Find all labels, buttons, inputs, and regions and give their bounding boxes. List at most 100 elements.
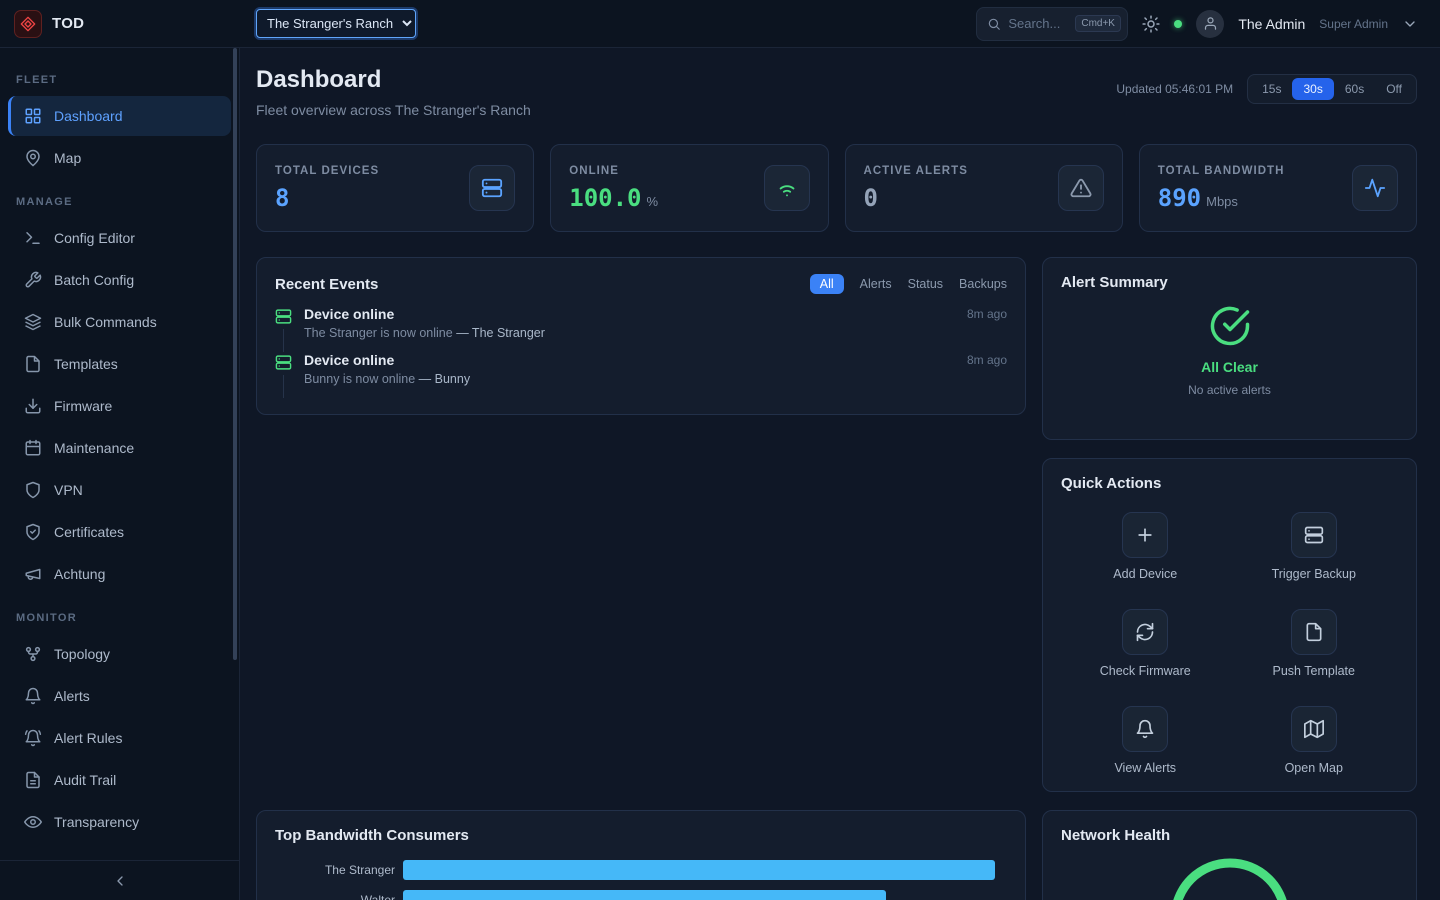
timeline-connector [283,375,284,398]
quick-actions-title: Quick Actions [1061,475,1161,492]
search-box[interactable]: Cmd+K [976,7,1128,41]
sidebar: FLEET Dashboard Map MANAGE Config Editor… [0,48,240,900]
topbar-main: The Stranger's Ranch Cmd+K The Admin [240,7,1440,41]
stat-number: 100.0 [569,184,641,212]
recent-events-card: Recent Events All Alerts Status Backups [256,257,1026,415]
network-health-card: Network Health 100 [1042,810,1417,900]
stat-label: ACTIVE ALERTS [864,165,968,177]
download-icon [24,397,42,415]
user-name: The Admin [1238,16,1305,32]
sidebar-collapse-button[interactable] [0,860,239,900]
alert-summary-card: Alert Summary All Clear No active alerts [1042,257,1417,440]
sidebar-scrollbar[interactable] [233,48,237,660]
filter-status[interactable]: Status [908,277,943,291]
header-right: Updated 05:46:01 PM 15s 30s 60s Off [1116,74,1417,104]
sidebar-item-certificates[interactable]: Certificates [8,512,231,552]
quick-action-label: Trigger Backup [1272,567,1356,581]
refresh-15s-button[interactable]: 15s [1251,78,1292,100]
sidebar-item-transparency[interactable]: Transparency [8,802,231,842]
stat-info: TOTAL DEVICES 8 [275,165,379,212]
quick-action-add-device[interactable]: Add Device [1113,512,1177,581]
refresh-off-button[interactable]: Off [1375,78,1413,100]
sidebar-item-label: Config Editor [54,230,135,246]
sidebar-item-maintenance[interactable]: Maintenance [8,428,231,468]
quick-action-label: Push Template [1273,664,1355,678]
bandwidth-title: Top Bandwidth Consumers [275,827,469,844]
theme-toggle-sun-icon[interactable] [1142,15,1160,33]
sidebar-item-config-editor[interactable]: Config Editor [8,218,231,258]
quick-action-trigger-backup[interactable]: Trigger Backup [1272,512,1356,581]
sidebar-item-label: Templates [54,356,118,372]
sidebar-item-label: Dashboard [54,108,123,124]
sidebar-item-firmware[interactable]: Firmware [8,386,231,426]
sidebar-item-vpn[interactable]: VPN [8,470,231,510]
user-role: Super Admin [1319,17,1388,31]
refresh-interval-segmented-control: 15s 30s 60s Off [1247,74,1417,104]
bandwidth-device-label: Walter [275,893,395,900]
server-icon [469,165,515,211]
map-icon [1291,706,1337,752]
sidebar-item-batch-config[interactable]: Batch Config [8,260,231,300]
activity-icon [1352,165,1398,211]
sidebar-item-achtung[interactable]: Achtung [8,554,231,594]
sidebar-item-alert-rules[interactable]: Alert Rules [8,718,231,758]
recent-events-title: Recent Events [275,276,378,293]
stat-card-total-bandwidth: TOTAL BANDWIDTH 890Mbps [1139,144,1417,232]
event-detail: Bunny is now online — Bunny [304,372,1007,386]
check-circle-icon [1209,305,1251,347]
refresh-60s-button[interactable]: 60s [1334,78,1375,100]
sidebar-item-dashboard[interactable]: Dashboard [8,96,231,136]
quick-action-open-map[interactable]: Open Map [1285,706,1343,775]
file-icon [1291,609,1337,655]
sidebar-item-alerts[interactable]: Alerts [8,676,231,716]
page-subtitle: Fleet overview across The Stranger's Ran… [256,102,531,118]
sidebar-item-bulk-commands[interactable]: Bulk Commands [8,302,231,342]
sidebar-item-audit-trail[interactable]: Audit Trail [8,760,231,800]
quick-action-view-alerts[interactable]: View Alerts [1114,706,1176,775]
brand-name: TOD [52,15,84,32]
filter-alerts[interactable]: Alerts [860,277,892,291]
content-grid: Recent Events All Alerts Status Backups [256,257,1417,900]
search-icon [987,17,1001,31]
filter-backups[interactable]: Backups [959,277,1007,291]
stat-value: 100.0% [569,184,658,212]
alert-summary-body: All Clear No active alerts [1061,305,1398,397]
event-filters: All Alerts Status Backups [810,274,1007,294]
bandwidth-track [403,860,1007,880]
stat-label: ONLINE [569,165,658,177]
organization-select[interactable]: The Stranger's Ranch [256,9,416,38]
tod-logo-icon [14,10,42,38]
stat-info: ONLINE 100.0% [569,165,658,212]
megaphone-icon [24,565,42,583]
search-input[interactable] [1008,16,1068,31]
wrench-icon [24,271,42,289]
stat-number: 0 [864,184,878,212]
quick-actions-card: Quick Actions Add Device Trigger Backup [1042,458,1417,792]
sidebar-item-templates[interactable]: Templates [8,344,231,384]
sidebar-item-label: VPN [54,482,83,498]
sidebar-item-map[interactable]: Map [8,138,231,178]
network-icon [24,645,42,663]
sidebar-item-label: Maintenance [54,440,134,456]
server-icon [275,308,292,325]
stat-card-active-alerts: ACTIVE ALERTS 0 [845,144,1123,232]
user-menu-chevron-down-icon[interactable] [1402,16,1418,32]
sidebar-item-label: Alerts [54,688,90,704]
quick-action-push-template[interactable]: Push Template [1273,609,1355,678]
filter-all[interactable]: All [810,274,844,294]
event-detail: The Stranger is now online — The Strange… [304,326,1007,340]
network-health-gauge: 100 [1061,856,1398,900]
quick-action-label: Add Device [1113,567,1177,581]
network-health-title: Network Health [1061,827,1170,844]
sidebar-item-topology[interactable]: Topology [8,634,231,674]
stat-label: TOTAL BANDWIDTH [1158,165,1285,177]
sidebar-item-label: Firmware [54,398,112,414]
quick-action-label: View Alerts [1114,761,1176,775]
quick-action-check-firmware[interactable]: Check Firmware [1100,609,1191,678]
stat-unit: % [647,194,659,209]
user-avatar[interactable] [1196,10,1224,38]
updated-timestamp: Updated 05:46:01 PM [1116,82,1233,96]
sidebar-item-label: Batch Config [54,272,134,288]
brand: TOD [0,10,240,38]
refresh-30s-button[interactable]: 30s [1292,78,1333,100]
